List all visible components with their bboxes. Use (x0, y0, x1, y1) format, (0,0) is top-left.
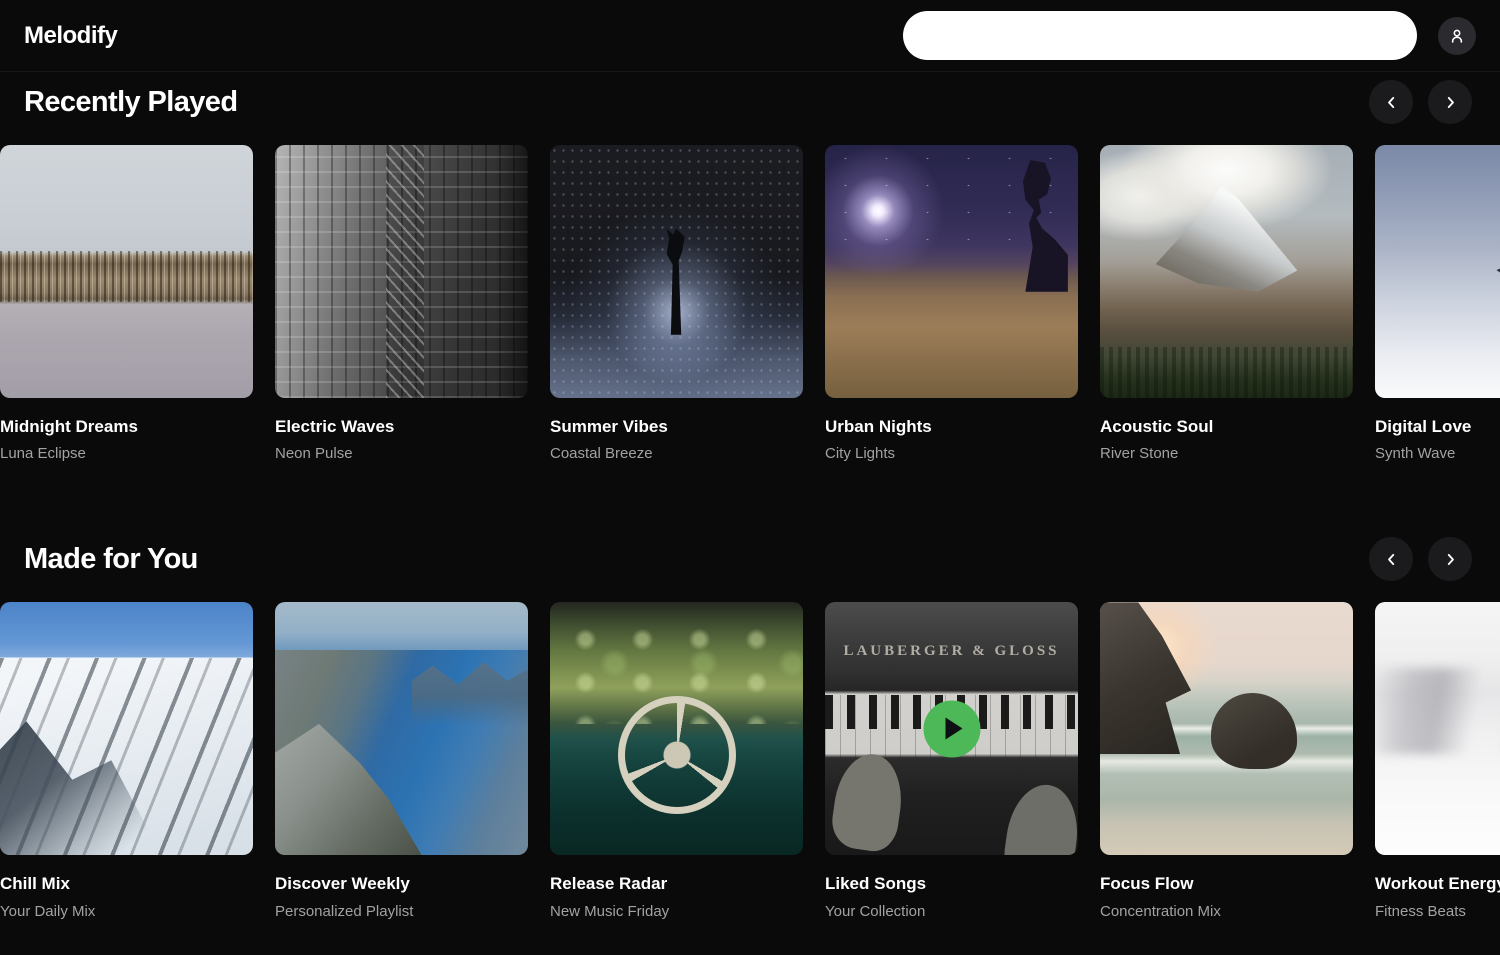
main-content: Recently Played Midnight Dreams Luna Ecl… (0, 72, 1500, 921)
carousel-nav (1369, 80, 1472, 124)
card-subtitle: Neon Pulse (275, 445, 528, 463)
section-title: Made for You (24, 543, 198, 576)
album-art (1375, 602, 1500, 855)
chevron-right-icon (1442, 94, 1459, 111)
app-header: Melodify (0, 0, 1500, 72)
card-title: Discover Weekly (275, 874, 528, 894)
search-input[interactable] (903, 11, 1417, 60)
card-title: Acoustic Soul (1100, 417, 1353, 437)
album-art (1375, 145, 1500, 398)
playlist-card[interactable]: Chill Mix Your Daily Mix (0, 602, 253, 920)
album-art (550, 602, 803, 855)
card-subtitle: Your Daily Mix (0, 903, 253, 921)
playlist-card[interactable]: LAUBERGER & GLOSS Liked Songs Your Colle… (825, 602, 1078, 920)
album-art (0, 145, 253, 398)
card-title: Focus Flow (1100, 874, 1353, 894)
card-title: Release Radar (550, 874, 803, 894)
card-subtitle: Concentration Mix (1100, 903, 1353, 921)
album-art (550, 145, 803, 398)
card-title: Workout Energy (1375, 874, 1500, 894)
carousel-next-button[interactable] (1428, 80, 1472, 124)
playlist-card[interactable]: Focus Flow Concentration Mix (1100, 602, 1353, 920)
header-right (117, 11, 1476, 60)
card-title: Urban Nights (825, 417, 1078, 437)
play-button[interactable] (923, 700, 980, 757)
user-icon (1447, 26, 1467, 46)
card-subtitle: Synth Wave (1375, 445, 1500, 463)
card-subtitle: New Music Friday (550, 903, 803, 921)
card-title: Summer Vibes (550, 417, 803, 437)
card-subtitle: Your Collection (825, 903, 1078, 921)
playlist-card[interactable]: Electric Waves Neon Pulse (275, 145, 528, 463)
album-art (0, 602, 253, 855)
chevron-left-icon (1383, 551, 1400, 568)
profile-button[interactable] (1438, 17, 1476, 55)
carousel-nav (1369, 537, 1472, 581)
section-title: Recently Played (24, 86, 237, 119)
play-icon (946, 718, 963, 740)
carousel-prev-button[interactable] (1369, 80, 1413, 124)
section-header: Made for You (0, 529, 1500, 581)
album-art (1100, 602, 1353, 855)
playlist-card[interactable]: Summer Vibes Coastal Breeze (550, 145, 803, 463)
chevron-left-icon (1383, 94, 1400, 111)
playlist-section-recently-played: Recently Played Midnight Dreams Luna Ecl… (0, 72, 1500, 463)
album-art (1100, 145, 1353, 398)
playlist-card[interactable]: Discover Weekly Personalized Playlist (275, 602, 528, 920)
section-header: Recently Played (0, 72, 1500, 124)
playlist-card[interactable]: Acoustic Soul River Stone (1100, 145, 1353, 463)
playlist-card[interactable]: Urban Nights City Lights (825, 145, 1078, 463)
playlist-card[interactable]: Digital Love Synth Wave (1375, 145, 1500, 463)
album-art (275, 602, 528, 855)
card-subtitle: Coastal Breeze (550, 445, 803, 463)
card-title: Digital Love (1375, 417, 1500, 437)
card-subtitle: Fitness Beats (1375, 903, 1500, 921)
card-subtitle: City Lights (825, 445, 1078, 463)
album-art (825, 145, 1078, 398)
app-logo[interactable]: Melodify (24, 22, 117, 50)
card-subtitle: Luna Eclipse (0, 445, 253, 463)
card-title: Liked Songs (825, 874, 1078, 894)
chevron-right-icon (1442, 551, 1459, 568)
card-subtitle: River Stone (1100, 445, 1353, 463)
card-row: Midnight Dreams Luna Eclipse Electric Wa… (0, 145, 1500, 463)
playlist-card[interactable]: Midnight Dreams Luna Eclipse (0, 145, 253, 463)
carousel-prev-button[interactable] (1369, 537, 1413, 581)
playlist-section-made-for-you: Made for You Chill Mix Your Daily Mix (0, 529, 1500, 920)
card-title: Electric Waves (275, 417, 528, 437)
album-art: LAUBERGER & GLOSS (825, 602, 1078, 855)
card-title: Midnight Dreams (0, 417, 253, 437)
carousel-next-button[interactable] (1428, 537, 1472, 581)
album-art-text: LAUBERGER & GLOSS (825, 643, 1078, 660)
card-row: Chill Mix Your Daily Mix Discover Weekly… (0, 602, 1500, 920)
album-art (275, 145, 528, 398)
playlist-card[interactable]: Workout Energy Fitness Beats (1375, 602, 1500, 920)
playlist-card[interactable]: Release Radar New Music Friday (550, 602, 803, 920)
card-subtitle: Personalized Playlist (275, 903, 528, 921)
card-title: Chill Mix (0, 874, 253, 894)
